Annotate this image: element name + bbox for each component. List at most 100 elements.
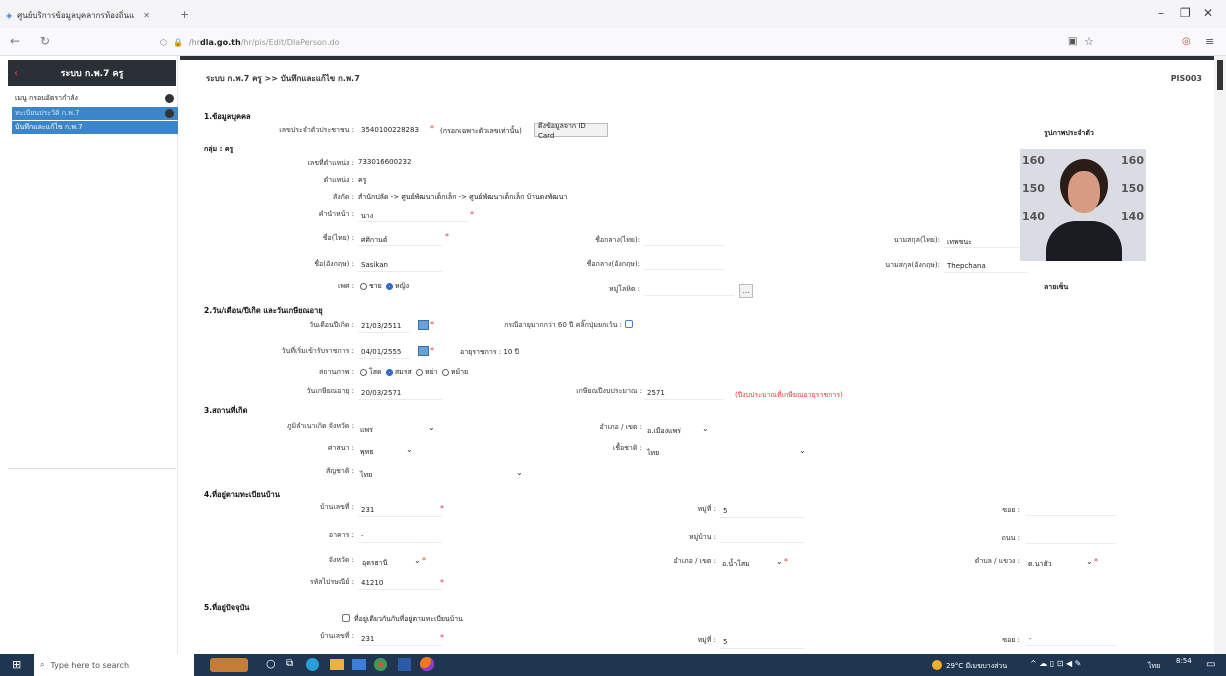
chevron-down-icon[interactable]: ⌄ (776, 557, 783, 566)
windows-start-icon[interactable]: ⊞ (12, 658, 21, 671)
current-moo-field[interactable]: 5 (720, 638, 804, 649)
firstname-th-field[interactable]: ศศิกานต์ (358, 235, 442, 246)
religion-select[interactable]: พุทธ (360, 447, 374, 458)
url-field[interactable]: ⬡ 🔒 /hr dla.go.th /hr/pis/Edit/DlaPerson… (160, 33, 1060, 51)
prefix-field[interactable]: นาง (358, 211, 468, 222)
status-label: สถานภาพ : (319, 368, 354, 376)
tray-icons[interactable]: ^ ☁ ▯ ⊡ ◀ ✎ (1030, 659, 1081, 668)
subdistrict-select[interactable]: ต.นาฮัว (1028, 559, 1052, 570)
same-address-checkbox[interactable] (342, 614, 350, 622)
pocket-icon[interactable]: ◎ (1182, 36, 1191, 47)
weather-widget-icon[interactable] (210, 658, 248, 672)
id-field[interactable]: 3540100228283 (361, 126, 419, 134)
middlename-th-field[interactable] (644, 235, 724, 246)
sidebar-item-registry[interactable]: ทะเบียนประวัติ ก.พ.7 (12, 107, 178, 120)
status-single-radio[interactable] (360, 368, 367, 376)
house-field[interactable]: 231 (358, 506, 442, 517)
lastname-th-field[interactable]: เทพชนะ (944, 237, 1028, 248)
chevron-down-icon[interactable]: ⌄ (406, 445, 413, 454)
weather-text[interactable]: 29°C มีเมฆบางส่วน (946, 661, 1007, 672)
current-house-field[interactable]: 231 (358, 635, 442, 646)
status-divorced-radio[interactable] (415, 368, 423, 376)
chevron-down-icon[interactable]: ⌄ (428, 423, 435, 432)
firstname-en-label: ชื่อ(อังกฤษ) : (314, 260, 354, 268)
start-calendar-icon[interactable] (418, 346, 429, 356)
gender-female-radio[interactable] (386, 282, 394, 290)
scrollbar-thumb[interactable] (1217, 60, 1223, 90)
province-select[interactable]: อุดรธานี (362, 558, 388, 569)
nationality-select[interactable]: ไทย (360, 470, 372, 481)
gender-male-label: ชาย (369, 282, 382, 290)
zip-field[interactable]: 41210 (358, 579, 442, 590)
village-field[interactable] (720, 532, 804, 543)
expand-icon[interactable] (165, 109, 174, 118)
collapse-icon[interactable]: ‹ (14, 68, 18, 79)
reader-view-icon[interactable]: ▣ (1068, 36, 1077, 47)
status-married-radio[interactable] (385, 368, 393, 376)
sidebar-item-framework[interactable]: เมนู กรอบอัตรากำลัง (12, 92, 178, 105)
district-select[interactable]: อ.น้ำโสม (722, 559, 750, 570)
moo-field[interactable]: 5 (720, 507, 804, 518)
firstname-en-field[interactable]: Sasikan (358, 261, 442, 272)
back-icon[interactable]: ← (10, 34, 20, 48)
position-no-label: เลขที่ตำแหน่ง : (307, 159, 354, 167)
search-icon: ⌕ (40, 660, 45, 669)
id-card-button[interactable]: ดึงข้อมูลจาก ID Card (534, 122, 608, 140)
birth-field[interactable]: 21/03/2511 (358, 322, 410, 333)
file-explorer-icon[interactable] (330, 659, 344, 670)
word-icon[interactable] (398, 658, 411, 671)
bookmark-star-icon[interactable]: ☆ (1084, 35, 1094, 48)
birth-province-select[interactable]: แพร่ (360, 425, 373, 436)
status-widowed-label: หม้าย (450, 368, 469, 376)
browser-tab[interactable]: ◈ ศูนย์บริการข้อมูลบุคลากรท้องถิ่นแ ✕ (6, 4, 176, 26)
expand-icon[interactable] (165, 94, 174, 103)
fiscal-field[interactable]: 2571 (644, 389, 724, 400)
required-mark: * (430, 346, 434, 355)
road-field[interactable] (1026, 533, 1116, 544)
chevron-down-icon[interactable]: ⌄ (414, 556, 421, 565)
firefox-icon[interactable] (420, 657, 434, 671)
taskbar-search[interactable]: ⌕ Type here to search (34, 654, 194, 676)
cortana-icon[interactable]: ○ (266, 657, 276, 670)
new-tab-icon[interactable]: + (180, 8, 189, 21)
race-select[interactable]: ไทย (647, 448, 659, 459)
mail-icon[interactable] (352, 659, 366, 670)
chevron-down-icon[interactable]: ⌄ (1086, 557, 1093, 566)
status-widowed-radio[interactable] (441, 368, 449, 376)
clock[interactable]: 8:54 (1176, 657, 1192, 665)
building-field[interactable]: - (358, 532, 442, 543)
sidebar-item-edit[interactable]: บันทึกและแก้ไข ก.พ.7 (12, 121, 178, 134)
edge-icon[interactable] (306, 658, 319, 671)
blood-field[interactable] (644, 285, 734, 296)
notification-icon[interactable]: ▭ (1206, 659, 1215, 670)
blood-lookup-button[interactable]: ... (739, 284, 753, 298)
middlename-en-field[interactable] (644, 259, 724, 270)
prefix-label: คำนำหน้า : (318, 210, 354, 218)
start-field[interactable]: 04/01/2555 (358, 348, 410, 359)
chrome-icon[interactable] (374, 658, 387, 671)
close-tab-icon[interactable]: ✕ (143, 11, 150, 20)
lastname-en-field[interactable]: Thepchana (944, 262, 1028, 273)
reload-icon[interactable]: ↻ (40, 34, 50, 48)
building-label: อาคาร : (328, 531, 354, 539)
chevron-down-icon[interactable]: ⌄ (799, 446, 806, 455)
birth-calendar-icon[interactable] (418, 320, 429, 330)
maximize-icon[interactable]: ❐ (1180, 6, 1191, 20)
menu-icon[interactable]: ≡ (1205, 35, 1214, 48)
fiscal-note: (ปีงบประมาณที่เกษียณอายุราชการ) (735, 391, 843, 399)
task-view-icon[interactable]: ⧉ (286, 658, 293, 669)
current-soi-field[interactable]: - (1026, 635, 1116, 646)
status-radios: โสด สมรส หย่า หม้าย (358, 367, 468, 378)
language-indicator[interactable]: ไทย (1148, 661, 1160, 672)
chevron-down-icon[interactable]: ⌄ (702, 424, 709, 433)
soi-field[interactable] (1026, 505, 1116, 516)
gender-male-radio[interactable] (360, 282, 367, 290)
birth-district-select[interactable]: อ.เมืองแพร่ (647, 426, 681, 437)
required-mark: * (430, 124, 434, 133)
over60-checkbox[interactable] (625, 320, 633, 328)
chevron-down-icon[interactable]: ⌄ (516, 468, 523, 477)
retire-field[interactable]: 20/03/2571 (358, 389, 442, 400)
minimize-icon[interactable]: – (1158, 6, 1164, 20)
page-scrollbar[interactable] (1214, 56, 1226, 654)
close-window-icon[interactable]: ✕ (1203, 6, 1213, 20)
